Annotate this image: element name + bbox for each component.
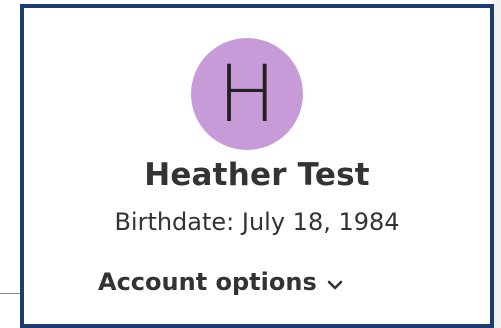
profile-card: H Heather Test Birthdate: July 18, 1984 … [20,4,494,328]
chevron-down-icon [327,276,343,290]
page-edge [493,0,501,328]
divider-line [0,293,22,294]
avatar-initial: H [217,50,277,140]
account-options-button[interactable]: Account options [98,268,343,296]
avatar: H [191,38,303,150]
profile-birthdate: Birthdate: July 18, 1984 [114,208,400,236]
profile-name: Heather Test [144,157,370,193]
account-options-label: Account options [98,268,317,296]
